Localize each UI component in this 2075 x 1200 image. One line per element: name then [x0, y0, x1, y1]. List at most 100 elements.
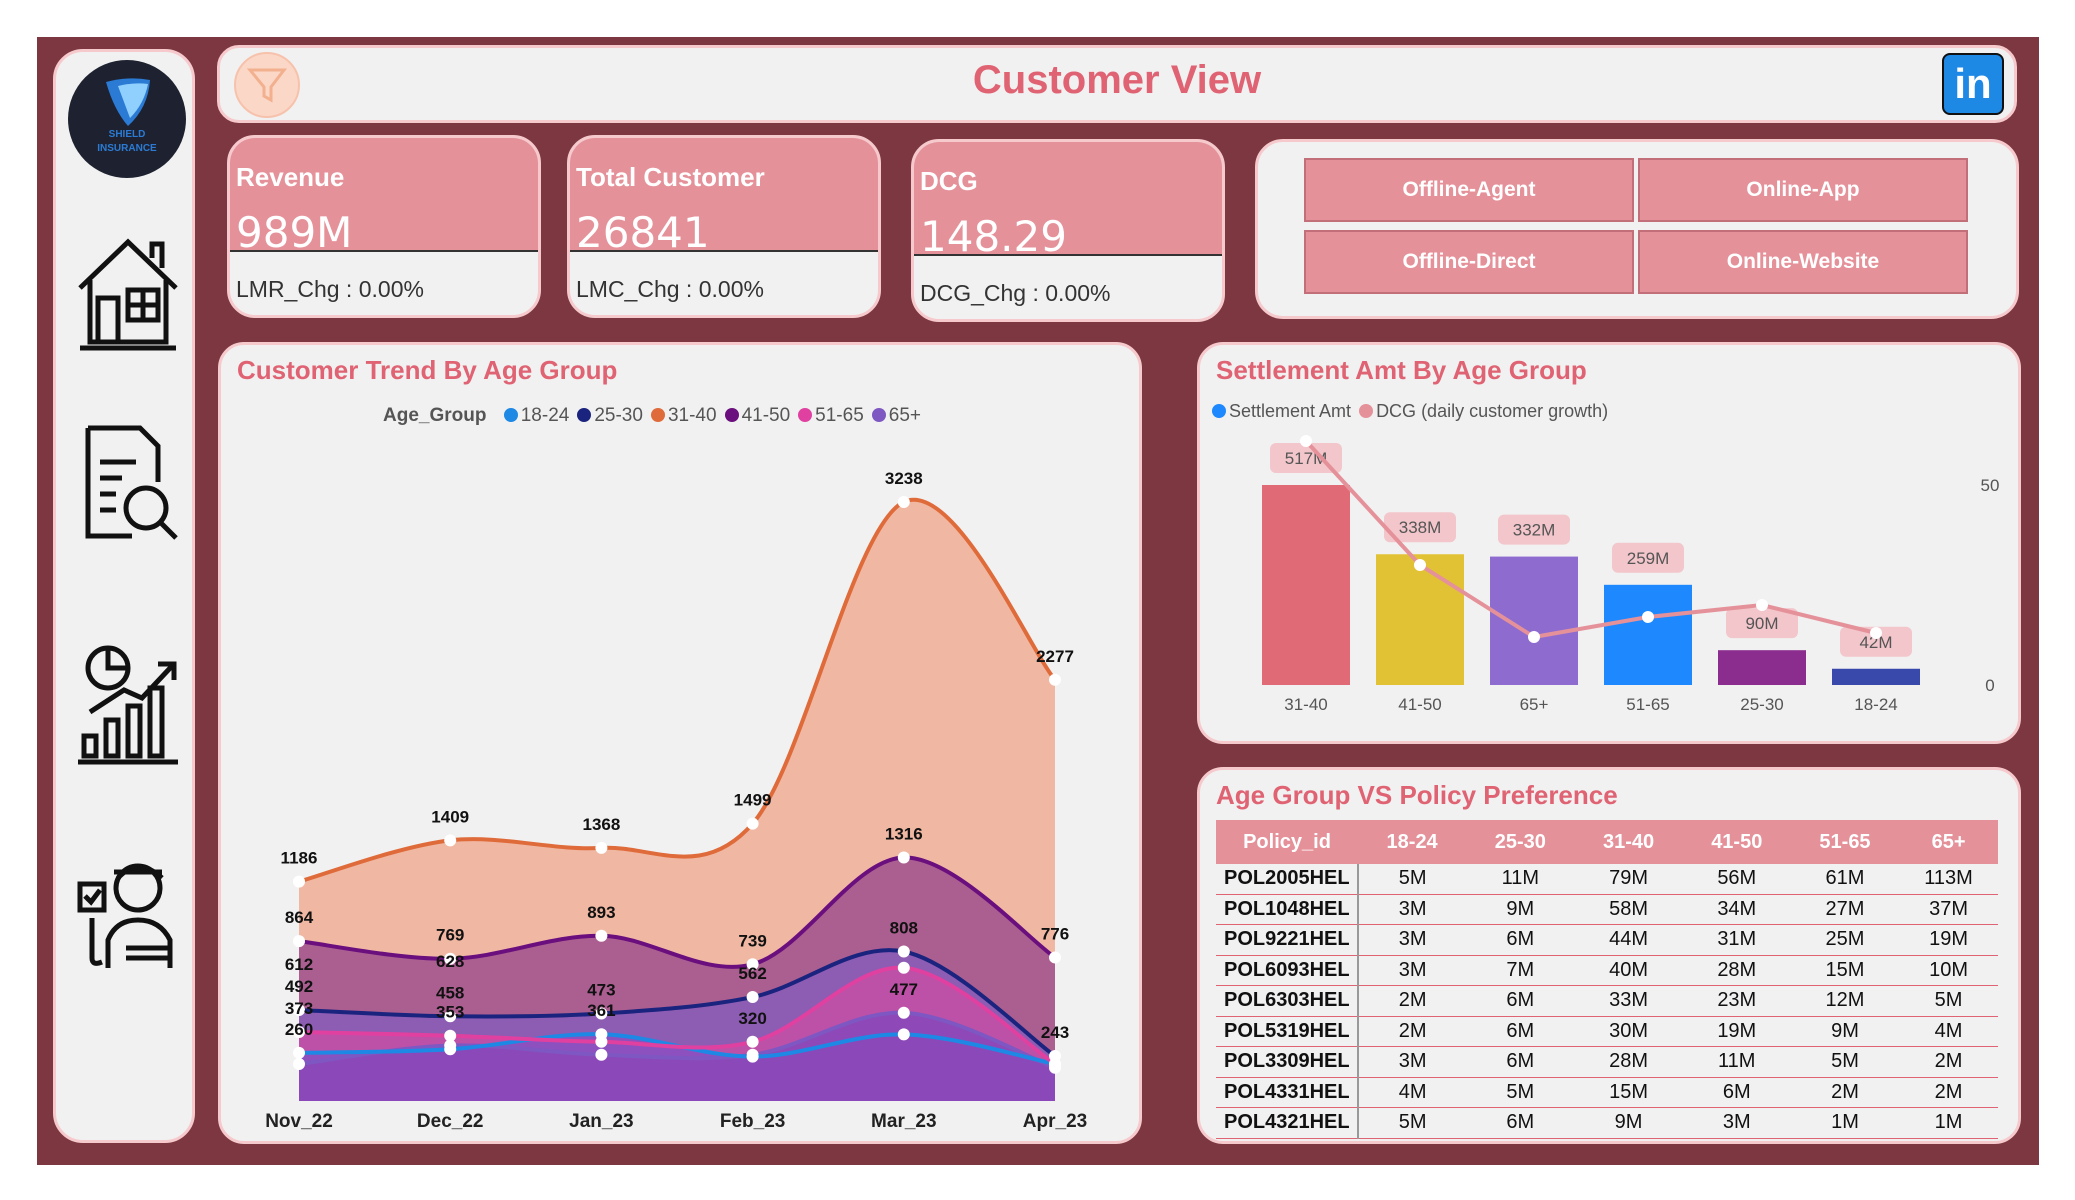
table-header-cell[interactable]: 41-50 — [1682, 820, 1791, 864]
kpi-label: Total Customer — [576, 162, 765, 192]
table-cell: 27M — [1790, 894, 1900, 925]
bar-41-50[interactable] — [1376, 554, 1464, 685]
table-cell: 40M — [1574, 955, 1683, 986]
home-icon[interactable] — [76, 228, 180, 358]
data-label: 739 — [738, 931, 766, 950]
table-cell: 23M — [1682, 985, 1791, 1017]
data-point[interactable] — [293, 935, 305, 948]
linkedin-button[interactable]: in — [1942, 53, 2004, 115]
data-point[interactable] — [293, 875, 305, 888]
table-cell: 15M — [1790, 955, 1900, 986]
policy-id-cell: POL3309HEL — [1216, 1046, 1359, 1078]
dashboard-frame: SHIELD INSURANCE Customer View in Revenu… — [37, 37, 2039, 1165]
data-point[interactable] — [746, 1035, 759, 1048]
dcg-point[interactable] — [1870, 627, 1882, 639]
channel-slicer: Offline-Agent Online-App Offline-Direct … — [1255, 139, 2019, 319]
table-cell: 4M — [1358, 1077, 1467, 1108]
dcg-point[interactable] — [1414, 559, 1426, 571]
kpi-divider — [914, 254, 1222, 256]
table-cell: 11M — [1466, 864, 1575, 895]
trend-chart-card: Customer Trend By Age Group Age_Group 18… — [218, 342, 1142, 1144]
channel-button-offline-agent[interactable]: Offline-Agent — [1304, 158, 1634, 222]
table-header-cell[interactable]: 31-40 — [1574, 820, 1683, 864]
data-point[interactable] — [897, 851, 910, 864]
dcg-point[interactable] — [1528, 631, 1540, 643]
table-header-cell[interactable]: 25-30 — [1466, 820, 1575, 864]
kpi-change: LMC_Chg : 0.00% — [576, 276, 764, 302]
data-point[interactable] — [595, 841, 608, 854]
data-point[interactable] — [897, 961, 910, 974]
x-axis-tick-label: 51-65 — [1626, 695, 1669, 714]
document-search-icon[interactable] — [76, 422, 180, 552]
bar-25-30[interactable] — [1718, 650, 1806, 685]
dcg-point[interactable] — [1756, 599, 1768, 611]
dcg-point[interactable] — [1642, 611, 1654, 623]
table-header-cell[interactable]: 51-65 — [1790, 820, 1900, 864]
data-label: 473 — [587, 980, 615, 999]
table-cell: 3M — [1682, 1107, 1791, 1139]
data-point[interactable] — [746, 817, 759, 830]
table-cell: 19M — [1899, 924, 1998, 956]
kpi-label: Revenue — [236, 162, 345, 192]
table-cell: 3M — [1358, 1046, 1467, 1078]
table-cell: 6M — [1466, 1107, 1575, 1139]
table-row: POL2005HEL 5M 11M 79M 56M 61M 113M — [1216, 864, 1998, 895]
data-label: 893 — [587, 903, 615, 922]
data-point[interactable] — [1049, 1050, 1061, 1063]
data-point[interactable] — [293, 1046, 305, 1059]
data-label: 361 — [587, 1001, 615, 1020]
policy-table-title: Age Group VS Policy Preference — [1216, 780, 1618, 810]
table-cell: 5M — [1790, 1046, 1900, 1078]
data-point[interactable] — [897, 1028, 910, 1041]
data-point[interactable] — [897, 1006, 910, 1019]
data-point[interactable] — [444, 1043, 457, 1056]
data-point[interactable] — [595, 929, 608, 942]
table-header-cell[interactable]: Policy_id — [1216, 820, 1358, 864]
shield-logo-icon — [106, 78, 150, 126]
table-cell: 3M — [1358, 894, 1467, 925]
dcg-point[interactable] — [1300, 435, 1312, 447]
table-row: POL5319HEL 2M 6M 30M 19M 9M 4M — [1216, 1016, 1998, 1047]
data-point[interactable] — [595, 1048, 608, 1061]
table-header-cell[interactable]: 65+ — [1899, 820, 1998, 864]
table-cell: 7M — [1466, 955, 1575, 986]
channel-button-online-website[interactable]: Online-Website — [1638, 230, 1968, 294]
kpi-change: DCG_Chg : 0.00% — [920, 280, 1111, 306]
bar-18-24[interactable] — [1832, 668, 1920, 685]
table-row: POL9221HEL 3M 6M 44M 31M 25M 19M — [1216, 924, 1998, 956]
table-cell: 15M — [1574, 1077, 1683, 1108]
logo-line1: SHIELD — [108, 129, 146, 140]
data-label: 90M — [1745, 614, 1778, 633]
channel-button-offline-direct[interactable]: Offline-Direct — [1304, 230, 1634, 294]
logo-text: SHIELD INSURANCE — [68, 128, 186, 156]
policy-id-cell: POL4321HEL — [1216, 1107, 1359, 1139]
data-point[interactable] — [1049, 951, 1061, 964]
table-row: POL4331HEL 4M 5M 15M 6M 2M 2M — [1216, 1077, 1998, 1108]
data-point[interactable] — [444, 1029, 457, 1042]
data-point[interactable] — [444, 834, 457, 847]
data-point[interactable] — [746, 991, 759, 1004]
data-point[interactable] — [897, 945, 910, 958]
analytics-chart-icon[interactable] — [76, 640, 180, 770]
linkedin-icon: in — [1954, 60, 1992, 107]
data-point[interactable] — [595, 1035, 608, 1048]
data-point[interactable] — [746, 1050, 759, 1063]
table-header-cell[interactable]: 18-24 — [1358, 820, 1467, 864]
data-label: 1316 — [885, 825, 923, 844]
bar-65+[interactable] — [1490, 556, 1578, 685]
data-point[interactable] — [897, 495, 910, 508]
data-label: 612 — [285, 955, 313, 974]
logo-line2: INSURANCE — [97, 143, 157, 154]
table-cell: 30M — [1574, 1016, 1683, 1047]
data-point[interactable] — [1049, 673, 1061, 686]
x-axis-tick-label: Jan_23 — [569, 1111, 633, 1132]
data-point[interactable] — [293, 1058, 305, 1070]
data-label: 1368 — [582, 815, 620, 834]
bar-51-65[interactable] — [1604, 584, 1692, 685]
data-label: 332M — [1513, 521, 1556, 540]
data-label: 320 — [738, 1009, 766, 1028]
policy-table-card: Age Group VS Policy Preference Policy_id… — [1197, 767, 2021, 1144]
channel-button-online-app[interactable]: Online-App — [1638, 158, 1968, 222]
bar-31-40[interactable] — [1262, 485, 1350, 685]
agent-person-icon[interactable] — [76, 848, 180, 978]
